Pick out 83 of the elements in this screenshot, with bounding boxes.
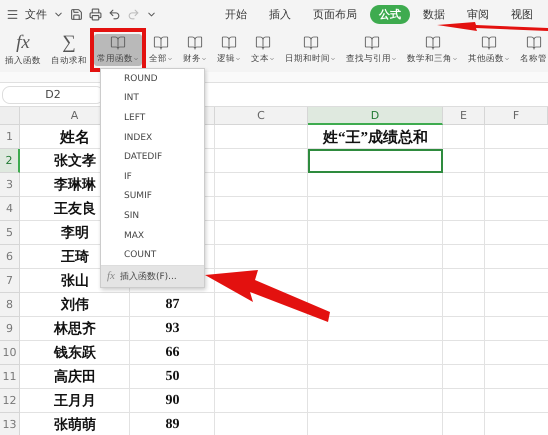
ribbon-tab[interactable]: 开始 bbox=[216, 4, 256, 24]
book-icon bbox=[221, 35, 237, 51]
row-header[interactable]: 12 bbox=[0, 389, 20, 413]
row-header[interactable]: 13 bbox=[0, 413, 20, 435]
menu-item[interactable]: IF bbox=[101, 166, 204, 187]
ribbon-button[interactable]: 文本 bbox=[248, 28, 278, 72]
table-cell: 高庆田 bbox=[54, 368, 96, 386]
table-cell: 89 bbox=[166, 417, 180, 433]
menu-item[interactable]: MAX bbox=[101, 226, 204, 246]
table-cell: 66 bbox=[166, 345, 180, 361]
row-header[interactable]: 6 bbox=[0, 245, 20, 269]
ribbon-button[interactable]: 数学和三角 bbox=[404, 28, 461, 72]
row-header[interactable]: 3 bbox=[0, 173, 20, 197]
menu-item[interactable]: SIN bbox=[101, 206, 204, 226]
table-cell: 50 bbox=[166, 369, 180, 385]
row-header[interactable]: 10 bbox=[0, 341, 20, 365]
table-cell: 李琳琳 bbox=[54, 176, 96, 194]
book-icon bbox=[364, 35, 380, 51]
row-header[interactable]: 7 bbox=[0, 269, 20, 293]
ribbon-button[interactable]: 其他函数 bbox=[465, 28, 513, 72]
table-cell-text: 姓“王”成绩总和 bbox=[323, 128, 428, 146]
column-header[interactable]: E bbox=[443, 107, 485, 125]
table-cell: 90 bbox=[166, 393, 180, 409]
file-menu[interactable]: 文件 bbox=[25, 6, 47, 22]
table-cell: 张山 bbox=[61, 272, 89, 290]
table-cell: 93 bbox=[166, 321, 180, 337]
row-header[interactable]: 11 bbox=[0, 365, 20, 389]
row-header[interactable]: 1 bbox=[0, 125, 20, 149]
ribbon-button[interactable]: 逻辑 bbox=[214, 28, 244, 72]
ribbon-button[interactable]: fx 插入函数 bbox=[2, 28, 44, 72]
table-cell-text: 姓名 bbox=[60, 128, 90, 146]
ribbon-button[interactable]: 财务 bbox=[180, 28, 210, 72]
menu-item[interactable]: SUMIF bbox=[101, 186, 204, 206]
column-header[interactable]: C bbox=[215, 107, 308, 125]
ribbon-button[interactable]: 全部 bbox=[146, 28, 176, 72]
ribbon-button[interactable]: 名称管 bbox=[517, 28, 548, 72]
menu-item[interactable]: DATEDIF bbox=[101, 147, 204, 167]
book-icon bbox=[526, 35, 542, 51]
table-cell: 87 bbox=[166, 297, 180, 313]
selected-cell[interactable] bbox=[308, 149, 443, 173]
table-cell: 李明 bbox=[61, 224, 89, 242]
menu-icon[interactable] bbox=[6, 8, 19, 20]
ribbon-button[interactable]: 常用函数 bbox=[94, 34, 142, 66]
book-icon bbox=[302, 35, 318, 51]
function-icon: ∑ bbox=[62, 33, 76, 53]
ribbon-tab[interactable]: 插入 bbox=[260, 4, 300, 24]
ribbon-tab[interactable]: 视图 bbox=[502, 4, 542, 24]
ribbon-tab[interactable]: 页面布局 bbox=[304, 4, 366, 24]
book-icon bbox=[110, 35, 126, 51]
print-icon[interactable] bbox=[89, 8, 102, 20]
column-header[interactable]: F bbox=[485, 107, 548, 125]
table-cell: 林思齐 bbox=[54, 320, 96, 338]
save-icon[interactable] bbox=[70, 8, 83, 20]
ribbon-tab[interactable]: 审阅 bbox=[458, 4, 498, 24]
table-cell: 钱东跃 bbox=[54, 344, 96, 362]
menu-item[interactable]: COUNT bbox=[101, 245, 204, 265]
menu-item[interactable]: INDEX bbox=[101, 128, 204, 148]
book-icon bbox=[187, 35, 203, 51]
table-cell: 张文孝 bbox=[54, 152, 96, 170]
row-header[interactable]: 5 bbox=[0, 221, 20, 245]
menu-item[interactable]: fx 插入函数(F)... bbox=[101, 264, 204, 287]
book-icon bbox=[255, 35, 271, 51]
table-cell-text: 王琦 bbox=[61, 248, 89, 266]
row-header[interactable]: 8 bbox=[0, 293, 20, 317]
undo-icon[interactable] bbox=[108, 8, 121, 20]
ribbon-button[interactable]: 查找与引用 bbox=[343, 28, 400, 72]
table-cell: 刘伟 bbox=[61, 296, 89, 314]
table-cell: 王友良 bbox=[54, 200, 96, 218]
book-icon bbox=[153, 35, 169, 51]
ribbon-tab[interactable]: 数据 bbox=[414, 4, 454, 24]
book-icon bbox=[481, 35, 497, 51]
book-icon bbox=[424, 35, 440, 51]
row-header[interactable]: 9 bbox=[0, 317, 20, 341]
row-header[interactable]: 4 bbox=[0, 197, 20, 221]
function-icon: fx bbox=[16, 33, 30, 53]
menu-item[interactable]: ROUND bbox=[101, 69, 204, 89]
table-cell: 张萌萌 bbox=[54, 416, 96, 434]
menu-item[interactable]: INT bbox=[101, 88, 204, 108]
row-header[interactable]: 2 bbox=[0, 149, 20, 173]
ribbon-button[interactable]: ∑ 自动求和 bbox=[48, 28, 90, 72]
column-header[interactable]: D bbox=[308, 107, 443, 125]
ribbon-button[interactable]: 日期和时间 bbox=[282, 28, 339, 72]
table-cell-text: 王月月 bbox=[54, 393, 96, 410]
